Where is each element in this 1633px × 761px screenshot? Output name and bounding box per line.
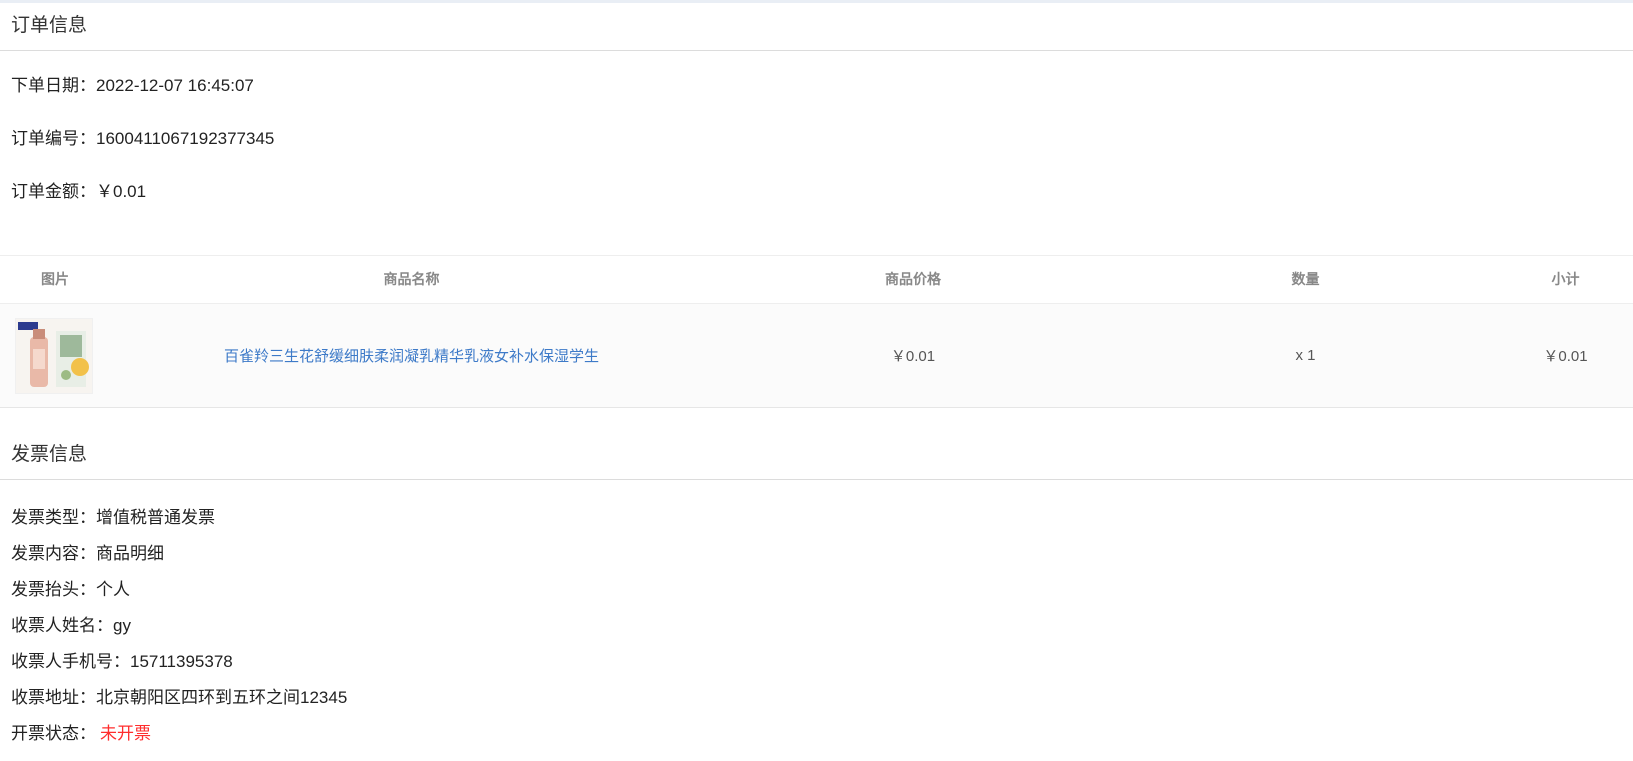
header-subtotal: 小计 — [1551, 271, 1580, 287]
goods-name-link[interactable]: 百雀羚三生花舒缓细肤柔润凝乳精华乳液女补水保湿学生 — [224, 348, 599, 365]
receiver-phone-label: 收票人手机号： — [11, 652, 130, 671]
order-number-value: 1600411067192377345 — [96, 129, 275, 148]
goods-image-cell — [0, 317, 110, 394]
receiver-address-label: 收票地址： — [11, 688, 96, 707]
goods-price-cell: ￥0.01 — [890, 348, 936, 365]
header-quantity: 数量 — [1291, 271, 1320, 287]
receiver-address-value: 北京朝阳区四环到五环之间12345 — [96, 688, 348, 707]
header-name: 商品名称 — [383, 271, 440, 287]
product-image-icon — [16, 318, 92, 393]
header-image: 图片 — [41, 271, 69, 287]
invoice-header-value: 个人 — [96, 580, 130, 599]
order-amount-value: ￥0.01 — [96, 182, 147, 201]
goods-subtotal-cell: ￥0.01 — [1543, 348, 1588, 365]
goods-quantity-cell: x 1 — [1295, 347, 1316, 364]
invoice-info-title: 发票信息 — [0, 432, 1633, 480]
invoice-type-label: 发票类型： — [11, 508, 96, 527]
order-info-block: 下单日期：2022-12-07 16:45:07 订单编号：1600411067… — [0, 59, 1633, 218]
invoice-status-row: 开票状态： 未开票 — [11, 716, 1633, 752]
order-amount-label: 订单金额： — [11, 182, 96, 201]
table-row: 百雀羚三生花舒缓细肤柔润凝乳精华乳液女补水保湿学生 ￥0.01 x 1 ￥0.0… — [0, 304, 1633, 407]
invoice-content-label: 发票内容： — [11, 544, 96, 563]
invoice-type-row: 发票类型：增值税普通发票 — [11, 500, 1633, 536]
invoice-status-label: 开票状态： — [11, 724, 96, 743]
invoice-type-value: 增值税普通发票 — [96, 508, 215, 527]
goods-table: 图片 商品名称 商品价格 数量 小计 百雀羚三生花舒缓细肤柔润凝乳精华乳液女补水… — [0, 255, 1633, 408]
invoice-content-value: 商品明细 — [96, 544, 164, 563]
order-info-title: 订单信息 — [0, 3, 1633, 51]
order-detail-page: 订单信息 下单日期：2022-12-07 16:45:07 订单编号：16004… — [0, 0, 1633, 761]
order-date-row: 下单日期：2022-12-07 16:45:07 — [11, 59, 1633, 112]
receiver-phone-row: 收票人手机号：15711395378 — [11, 644, 1633, 680]
status-badge: 未开票 — [100, 724, 151, 743]
receiver-name-value: gy — [113, 616, 131, 635]
order-number-row: 订单编号：1600411067192377345 — [11, 112, 1633, 165]
goods-table-header: 图片 商品名称 商品价格 数量 小计 — [0, 256, 1633, 304]
invoice-header-row: 发票抬头：个人 — [11, 572, 1633, 608]
receiver-phone-value: 15711395378 — [130, 652, 233, 671]
invoice-content-row: 发票内容：商品明细 — [11, 536, 1633, 572]
order-amount-row: 订单金额：￥0.01 — [11, 165, 1633, 218]
product-thumbnail[interactable] — [15, 317, 93, 394]
header-price: 商品价格 — [885, 271, 941, 287]
receiver-name-row: 收票人姓名：gy — [11, 608, 1633, 644]
order-date-label: 下单日期： — [11, 76, 96, 95]
order-date-value: 2022-12-07 16:45:07 — [96, 76, 254, 95]
order-number-label: 订单编号： — [11, 129, 96, 148]
invoice-header-label: 发票抬头： — [11, 580, 96, 599]
receiver-name-label: 收票人姓名： — [11, 616, 113, 635]
receiver-address-row: 收票地址：北京朝阳区四环到五环之间12345 — [11, 680, 1633, 716]
invoice-info-block: 发票类型：增值税普通发票 发票内容：商品明细 发票抬头：个人 收票人姓名：gy … — [0, 480, 1633, 752]
goods-name-cell: 百雀羚三生花舒缓细肤柔润凝乳精华乳液女补水保湿学生 — [110, 345, 713, 366]
